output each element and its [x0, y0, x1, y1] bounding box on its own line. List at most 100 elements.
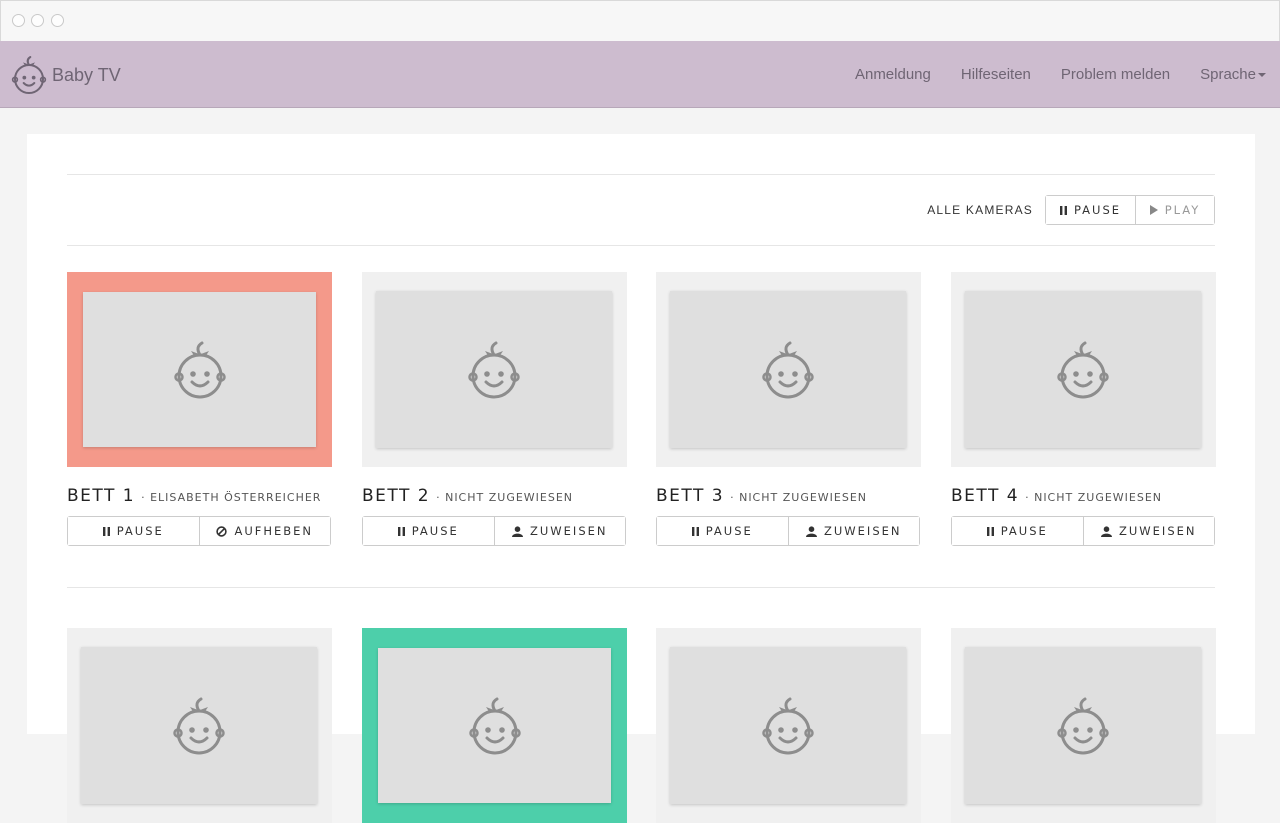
- bed-status: · NICHT ZUGEWIESEN: [730, 491, 868, 504]
- camera-card: BETT 1 · ELISABETH ÖSTERREICHER PAUSE AU…: [67, 272, 332, 546]
- camera-video-placeholder: [670, 647, 906, 804]
- baby-face-icon: [1056, 340, 1110, 400]
- baby-face-icon: [761, 696, 815, 756]
- baby-face-icon: [172, 696, 226, 756]
- camera-button-group: PAUSE AUFHEBEN: [67, 516, 331, 546]
- nav-links: Anmeldung Hilfeseiten Problem melden Spr…: [825, 41, 1266, 107]
- caret-down-icon: [1258, 72, 1266, 77]
- baby-logo-icon: [11, 55, 47, 95]
- nav-link-hilfeseiten[interactable]: Hilfeseiten: [961, 66, 1031, 83]
- bed-status: · NICHT ZUGEWIESEN: [1025, 491, 1163, 504]
- baby-face-icon: [468, 696, 522, 756]
- camera-assign-label: ZUWEISEN: [1119, 524, 1197, 538]
- play-icon: [1149, 205, 1158, 215]
- camera-pause-button[interactable]: PAUSE: [657, 517, 788, 545]
- camera-pause-label: PAUSE: [411, 524, 459, 538]
- nav-link-anmeldung[interactable]: Anmeldung: [855, 66, 931, 83]
- camera-thumbnail[interactable]: [656, 272, 921, 467]
- camera-thumbnail[interactable]: [362, 628, 627, 823]
- bed-name: BETT 4: [951, 486, 1020, 506]
- baby-face-icon: [173, 340, 227, 400]
- camera-card: BETT 2 · NICHT ZUGEWIESEN PAUSE ZUWEISEN: [362, 272, 627, 546]
- camera-card: [362, 628, 627, 823]
- camera-title: BETT 3 · NICHT ZUGEWIESEN: [656, 486, 921, 508]
- all-cameras-button-group: PAUSE PLAY: [1045, 195, 1215, 225]
- brand-title: Baby TV: [52, 64, 121, 85]
- camera-assign-button[interactable]: ZUWEISEN: [1082, 517, 1214, 545]
- bed-status: · ELISABETH ÖSTERREICHER: [141, 491, 322, 504]
- camera-assign-label: ZUWEISEN: [530, 524, 608, 538]
- pause-icon: [397, 526, 405, 536]
- camera-thumbnail[interactable]: [951, 628, 1216, 823]
- camera-button-group: PAUSE ZUWEISEN: [656, 516, 920, 546]
- all-play-button[interactable]: PLAY: [1135, 196, 1214, 224]
- bed-name: BETT 2: [362, 486, 431, 506]
- pause-icon: [986, 526, 994, 536]
- all-cameras-toolbar: ALLE KAMERAS PAUSE PLAY: [927, 195, 1215, 225]
- user-icon: [1101, 525, 1112, 537]
- camera-card: [951, 628, 1216, 823]
- window-close-dot[interactable]: [12, 14, 25, 27]
- camera-thumbnail[interactable]: [362, 272, 627, 467]
- camera-card: [656, 628, 921, 823]
- camera-pause-button[interactable]: PAUSE: [363, 517, 494, 545]
- camera-thumbnail[interactable]: [951, 272, 1216, 467]
- camera-video-placeholder: [81, 647, 317, 804]
- nav-dropdown-sprache[interactable]: Sprache: [1200, 66, 1266, 83]
- camera-pause-button[interactable]: PAUSE: [68, 517, 199, 545]
- camera-button-group: PAUSE ZUWEISEN: [362, 516, 626, 546]
- camera-pause-button[interactable]: PAUSE: [952, 517, 1083, 545]
- bed-name: BETT 1: [67, 486, 136, 506]
- camera-title: BETT 2 · NICHT ZUGEWIESEN: [362, 486, 627, 508]
- baby-face-icon: [761, 340, 815, 400]
- ban-icon: [216, 525, 228, 537]
- camera-assign-label: ZUWEISEN: [824, 524, 902, 538]
- pause-icon: [102, 526, 110, 536]
- camera-card: BETT 3 · NICHT ZUGEWIESEN PAUSE ZUWEISEN: [656, 272, 921, 546]
- camera-title: BETT 1 · ELISABETH ÖSTERREICHER: [67, 486, 332, 508]
- camera-video-placeholder: [378, 648, 611, 803]
- main-panel: ALLE KAMERAS PAUSE PLAY BETT 1 · ELISABE…: [27, 134, 1255, 823]
- user-icon: [806, 525, 817, 537]
- navbar: Baby TV Anmeldung Hilfeseiten Problem me…: [0, 41, 1280, 108]
- bed-status: · NICHT ZUGEWIESEN: [436, 491, 574, 504]
- user-icon: [512, 525, 523, 537]
- camera-video-placeholder: [965, 647, 1201, 804]
- all-pause-label: PAUSE: [1073, 203, 1122, 217]
- bed-name: BETT 3: [656, 486, 725, 506]
- camera-title: BETT 4 · NICHT ZUGEWIESEN: [951, 486, 1216, 508]
- nav-dropdown-sprache-label: Sprache: [1200, 65, 1256, 83]
- window-maximize-dot[interactable]: [51, 14, 64, 27]
- camera-pause-label: PAUSE: [705, 524, 753, 538]
- pause-icon: [1059, 205, 1067, 215]
- camera-video-placeholder: [965, 291, 1201, 448]
- camera-unassign-button[interactable]: AUFHEBEN: [198, 517, 330, 545]
- baby-face-icon: [1056, 696, 1110, 756]
- camera-thumbnail[interactable]: [67, 272, 332, 467]
- window-titlebar: [0, 0, 1280, 42]
- camera-button-group: PAUSE ZUWEISEN: [951, 516, 1215, 546]
- all-cameras-label: ALLE KAMERAS: [927, 203, 1033, 217]
- all-pause-button[interactable]: PAUSE: [1046, 196, 1135, 224]
- brand[interactable]: Baby TV: [11, 55, 121, 95]
- camera-assign-button[interactable]: ZUWEISEN: [493, 517, 625, 545]
- camera-card: [67, 628, 332, 823]
- camera-thumbnail[interactable]: [656, 628, 921, 823]
- camera-pause-label: PAUSE: [116, 524, 164, 538]
- camera-pause-label: PAUSE: [1000, 524, 1048, 538]
- camera-assign-button[interactable]: ZUWEISEN: [787, 517, 919, 545]
- window-minimize-dot[interactable]: [31, 14, 44, 27]
- camera-video-placeholder: [376, 291, 612, 448]
- divider: [67, 587, 1215, 588]
- nav-link-problem-melden[interactable]: Problem melden: [1061, 66, 1170, 83]
- camera-unassign-label: AUFHEBEN: [234, 524, 314, 538]
- camera-video-placeholder: [670, 291, 906, 448]
- pause-icon: [691, 526, 699, 536]
- divider: [67, 174, 1215, 175]
- camera-thumbnail[interactable]: [67, 628, 332, 823]
- baby-face-icon: [467, 340, 521, 400]
- camera-card: BETT 4 · NICHT ZUGEWIESEN PAUSE ZUWEISEN: [951, 272, 1216, 546]
- camera-video-placeholder: [83, 292, 316, 447]
- divider: [67, 245, 1215, 246]
- all-play-label: PLAY: [1164, 203, 1201, 217]
